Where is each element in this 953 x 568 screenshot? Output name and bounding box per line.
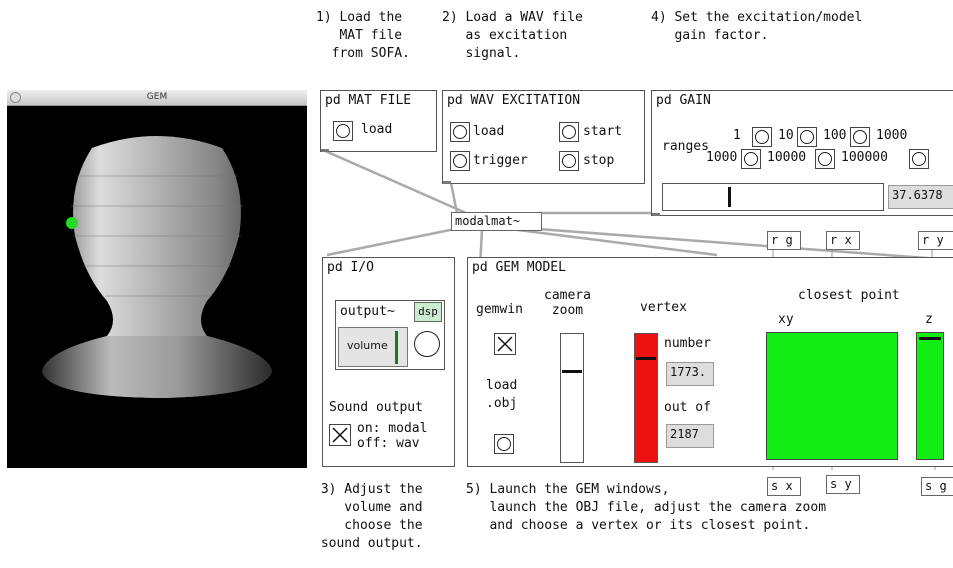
vertex-out-of-label: out of bbox=[664, 400, 711, 415]
volume-label: volume bbox=[347, 339, 388, 352]
dsp-toggle[interactable]: dsp bbox=[414, 302, 442, 322]
subpatch-title: pd I/O bbox=[327, 260, 374, 275]
outlet[interactable] bbox=[321, 149, 329, 152]
range-100000-label: 100000 bbox=[841, 150, 888, 165]
range-100-bang-button[interactable] bbox=[850, 127, 870, 147]
wav-trigger-bang-button[interactable] bbox=[450, 151, 470, 171]
wav-stop-label: stop bbox=[583, 153, 615, 168]
wav-start-bang-button[interactable] bbox=[559, 122, 579, 142]
range-10000-label: 10000 bbox=[767, 150, 807, 165]
pd-mat-file-subpatch[interactable]: pd MAT FILE load bbox=[320, 90, 437, 152]
gain-slider[interactable] bbox=[662, 183, 884, 211]
send-y-object[interactable]: s y bbox=[826, 475, 860, 494]
range-10-bang-button[interactable] bbox=[797, 127, 817, 147]
wav-load-label: load bbox=[473, 124, 505, 139]
receive-g-object[interactable]: r g bbox=[767, 231, 801, 250]
send-x-object[interactable]: s x bbox=[767, 477, 801, 496]
ranges-label: ranges bbox=[662, 139, 709, 154]
vertex-number-label: number bbox=[664, 336, 711, 351]
sound-output-label: Sound output bbox=[329, 400, 423, 415]
vertex-slider[interactable] bbox=[634, 333, 658, 463]
subpatch-title: pd GAIN bbox=[656, 93, 711, 108]
camera-zoom-label: camera zoom bbox=[544, 288, 591, 318]
mat-load-label: load bbox=[361, 122, 393, 137]
camera-zoom-slider[interactable] bbox=[560, 333, 584, 463]
wav-trigger-label: trigger bbox=[473, 153, 528, 168]
xy-label: xy bbox=[778, 312, 794, 327]
vertex-count-box[interactable]: 2187 bbox=[666, 424, 714, 448]
sound-output-on-label: on: modal bbox=[357, 421, 428, 436]
vertex-label: vertex bbox=[640, 300, 687, 315]
range-10000-bang-button[interactable] bbox=[815, 149, 835, 169]
subpatch-title: pd WAV EXCITATION bbox=[447, 93, 581, 108]
range-100000-bang-button[interactable] bbox=[909, 149, 929, 169]
load-obj-bang-button[interactable] bbox=[494, 434, 514, 454]
volume-slider-handle[interactable] bbox=[395, 331, 398, 364]
wav-start-label: start bbox=[583, 124, 623, 139]
gain-slider-handle[interactable] bbox=[728, 187, 731, 207]
mat-load-bang-button[interactable] bbox=[333, 121, 353, 141]
pd-wav-excitation-subpatch[interactable]: pd WAV EXCITATION load start trigger sto… bbox=[442, 90, 645, 184]
range-1000-bang-button[interactable] bbox=[741, 149, 761, 169]
closest-point-label: closest point bbox=[798, 288, 900, 303]
range-1-bang-button[interactable] bbox=[752, 127, 772, 147]
z-label: z bbox=[925, 312, 933, 327]
range-1-label: 1 bbox=[733, 128, 741, 143]
closest-point-xy-grid[interactable] bbox=[766, 332, 898, 460]
output-label: output~ bbox=[340, 304, 395, 319]
vertex-number-box[interactable]: 1773. bbox=[666, 362, 714, 386]
dsp-bang-button[interactable] bbox=[414, 331, 440, 357]
gemwin-label: gemwin bbox=[476, 302, 523, 317]
sound-output-off-label: off: wav bbox=[357, 436, 420, 451]
wav-stop-bang-button[interactable] bbox=[559, 151, 579, 171]
camera-zoom-handle[interactable] bbox=[562, 370, 582, 373]
receive-x-object[interactable]: r x bbox=[826, 231, 860, 250]
volume-slider[interactable]: volume bbox=[338, 327, 408, 367]
range-100-label: 100 bbox=[823, 128, 847, 143]
subpatch-title: pd MAT FILE bbox=[325, 93, 412, 108]
pd-gem-model-subpatch[interactable]: pd GEM MODEL gemwin load .obj camera zoo… bbox=[467, 257, 953, 467]
z-slider-handle[interactable] bbox=[919, 337, 941, 340]
outlet[interactable] bbox=[443, 181, 451, 184]
wav-load-bang-button[interactable] bbox=[450, 122, 470, 142]
outlet[interactable] bbox=[652, 213, 660, 216]
closest-point-z-slider[interactable] bbox=[916, 332, 944, 460]
vertex-slider-handle[interactable] bbox=[636, 357, 656, 360]
output-abstraction[interactable]: output~ dsp volume bbox=[335, 300, 445, 370]
gemwin-toggle[interactable] bbox=[494, 333, 516, 355]
pd-gain-subpatch[interactable]: pd GAIN ranges 1 10 100 1000 1000 10000 … bbox=[651, 90, 953, 216]
toggle-checked-icon bbox=[332, 427, 348, 443]
gain-value-display[interactable]: 37.6378 bbox=[888, 185, 953, 209]
sound-output-toggle[interactable] bbox=[329, 424, 351, 446]
subpatch-title: pd GEM MODEL bbox=[472, 260, 566, 275]
range-1000-label-top: 1000 bbox=[876, 128, 908, 143]
send-g-object[interactable]: s g bbox=[921, 477, 953, 496]
range-1000-label: 1000 bbox=[706, 150, 738, 165]
load-obj-label: load .obj bbox=[486, 378, 518, 411]
range-10-label: 10 bbox=[778, 128, 794, 143]
toggle-checked-icon bbox=[497, 336, 513, 352]
modalmat-object[interactable]: modalmat~ bbox=[451, 212, 542, 231]
pd-io-subpatch[interactable]: pd I/O output~ dsp volume Sound output o… bbox=[322, 257, 455, 467]
receive-y-object[interactable]: r y bbox=[918, 231, 953, 250]
